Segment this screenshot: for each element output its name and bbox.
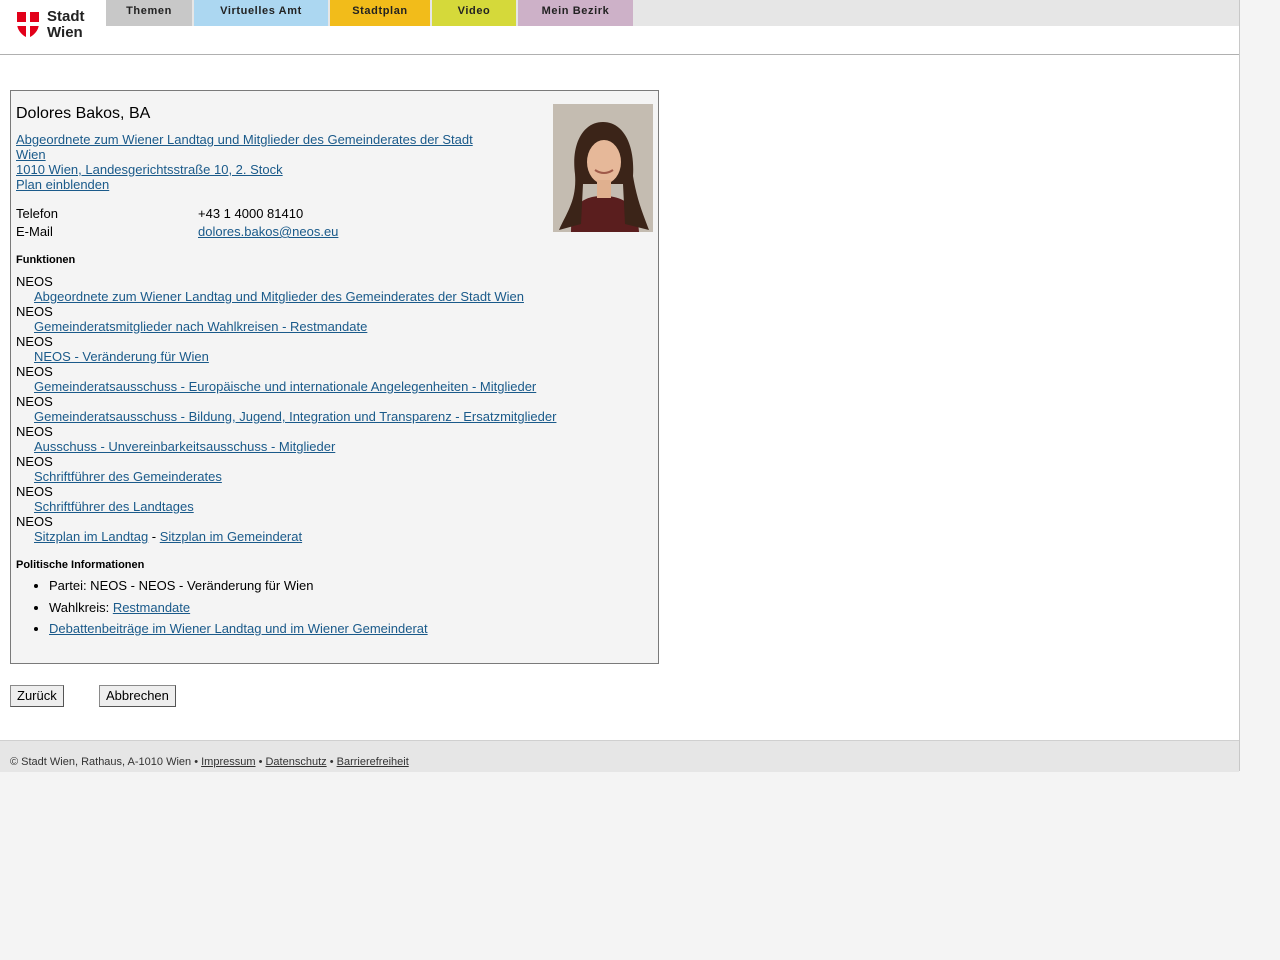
function-link[interactable]: Gemeinderatsmitglieder nach Wahlkreisen … bbox=[34, 319, 367, 334]
person-photo bbox=[553, 104, 653, 232]
function-party: NEOS bbox=[16, 394, 53, 409]
party-info-text: Partei: NEOS - NEOS - Veränderung für Wi… bbox=[49, 578, 314, 593]
email-link[interactable]: dolores.bakos@neos.eu bbox=[198, 223, 338, 241]
footer-separator: • bbox=[191, 756, 202, 768]
function-link[interactable]: Ausschuss - Unvereinbarkeitsausschuss - … bbox=[34, 439, 335, 454]
role-link[interactable]: Abgeordnete zum Wiener Landtag und Mitgl… bbox=[16, 132, 486, 162]
footer-separator: • bbox=[326, 756, 337, 768]
nav-tab-mein-bezirk[interactable]: Mein Bezirk bbox=[518, 0, 633, 26]
footer-barrierefreiheit-link[interactable]: Barrierefreiheit bbox=[337, 756, 409, 768]
nav-tab-virtuelles-amt[interactable]: Virtuelles Amt bbox=[194, 0, 328, 26]
function-party: NEOS bbox=[16, 364, 53, 379]
debate-item: Debattenbeiträge im Wiener Landtag und i… bbox=[49, 621, 428, 636]
footer: © Stadt Wien, Rathaus, A-1010 Wien • Imp… bbox=[0, 740, 1239, 772]
nav-tab-themen[interactable]: Themen bbox=[106, 0, 192, 26]
party-info-item: Partei: NEOS - NEOS - Veränderung für Wi… bbox=[49, 578, 428, 593]
header: Stadt Wien Themen Virtuelles Amt Stadtpla… bbox=[0, 0, 1239, 55]
person-name: Dolores Bakos, BA bbox=[16, 105, 151, 122]
function-party: NEOS bbox=[16, 424, 53, 439]
phone-row: Telefon +43 1 4000 81410 bbox=[16, 205, 338, 223]
show-map-link[interactable]: Plan einblenden bbox=[16, 177, 486, 192]
function-party: NEOS bbox=[16, 514, 53, 529]
function-link[interactable]: NEOS - Veränderung für Wien bbox=[34, 349, 209, 364]
political-info-list: Partei: NEOS - NEOS - Veränderung für Wi… bbox=[16, 578, 428, 643]
footer-links: © Stadt Wien, Rathaus, A-1010 Wien • Imp… bbox=[10, 756, 409, 768]
function-link[interactable]: Gemeinderatsausschuss - Bildung, Jugend,… bbox=[34, 409, 556, 424]
function-party: NEOS bbox=[16, 274, 53, 289]
footer-impressum-link[interactable]: Impressum bbox=[201, 756, 255, 768]
footer-copyright: © Stadt Wien, Rathaus, A-1010 Wien bbox=[10, 756, 192, 768]
debate-link[interactable]: Debattenbeiträge im Wiener Landtag und i… bbox=[49, 621, 428, 636]
function-link[interactable]: Gemeinderatsausschuss - Europäische und … bbox=[34, 379, 536, 394]
stadt-wien-logo[interactable]: Stadt Wien bbox=[16, 9, 96, 43]
function-party: NEOS bbox=[16, 454, 53, 469]
wahlkreis-item: Wahlkreis: Restmandate bbox=[49, 600, 428, 615]
contact-info: Telefon +43 1 4000 81410 E-Mail dolores.… bbox=[16, 205, 338, 241]
functions-list: NEOS Abgeordnete zum Wiener Landtag und … bbox=[16, 274, 556, 544]
person-address-block: Abgeordnete zum Wiener Landtag und Mitgl… bbox=[16, 132, 486, 192]
nav-tab-video[interactable]: Video bbox=[432, 0, 516, 26]
portrait-image bbox=[553, 104, 653, 232]
wien-shield-icon bbox=[17, 12, 39, 38]
phone-label: Telefon bbox=[16, 206, 58, 221]
function-link[interactable]: Schriftführer des Landtages bbox=[34, 499, 194, 514]
phone-value: +43 1 4000 81410 bbox=[198, 206, 304, 221]
function-party: NEOS bbox=[16, 484, 53, 499]
seat-plan-separator: - bbox=[148, 529, 160, 544]
page: Stadt Wien Themen Virtuelles Amt Stadtpla… bbox=[0, 0, 1240, 772]
function-party: NEOS bbox=[16, 334, 53, 349]
main-navigation: Themen Virtuelles Amt Stadtplan Video Me… bbox=[106, 0, 635, 26]
person-detail-card: Dolores Bakos, BA Abgeordnete zum Wiener… bbox=[10, 90, 659, 664]
address-link[interactable]: 1010 Wien, Landesgerichtsstraße 10, 2. S… bbox=[16, 162, 486, 177]
cancel-button[interactable]: Abbrechen bbox=[99, 685, 176, 707]
nav-tab-stadtplan[interactable]: Stadtplan bbox=[330, 0, 430, 26]
footer-separator: • bbox=[255, 756, 266, 768]
wahlkreis-link[interactable]: Restmandate bbox=[113, 600, 190, 615]
logo-wordmark: Stadt Wien bbox=[47, 8, 85, 41]
function-link[interactable]: Schriftführer des Gemeinderates bbox=[34, 469, 222, 484]
seat-plan-landtag-link[interactable]: Sitzplan im Landtag bbox=[34, 529, 148, 544]
email-label: E-Mail bbox=[16, 224, 53, 239]
seating-plan-links: Sitzplan im Landtag - Sitzplan im Gemein… bbox=[16, 529, 556, 544]
functions-heading: Funktionen bbox=[16, 254, 76, 266]
political-info-heading: Politische Informationen bbox=[16, 559, 145, 571]
wahlkreis-label: Wahlkreis: bbox=[49, 599, 113, 615]
email-row: E-Mail dolores.bakos@neos.eu bbox=[16, 223, 338, 241]
back-button[interactable]: Zurück bbox=[10, 685, 64, 707]
function-link[interactable]: Abgeordnete zum Wiener Landtag und Mitgl… bbox=[34, 289, 524, 304]
function-party: NEOS bbox=[16, 304, 53, 319]
footer-datenschutz-link[interactable]: Datenschutz bbox=[265, 756, 326, 768]
seat-plan-gemeinderat-link[interactable]: Sitzplan im Gemeinderat bbox=[160, 529, 302, 544]
